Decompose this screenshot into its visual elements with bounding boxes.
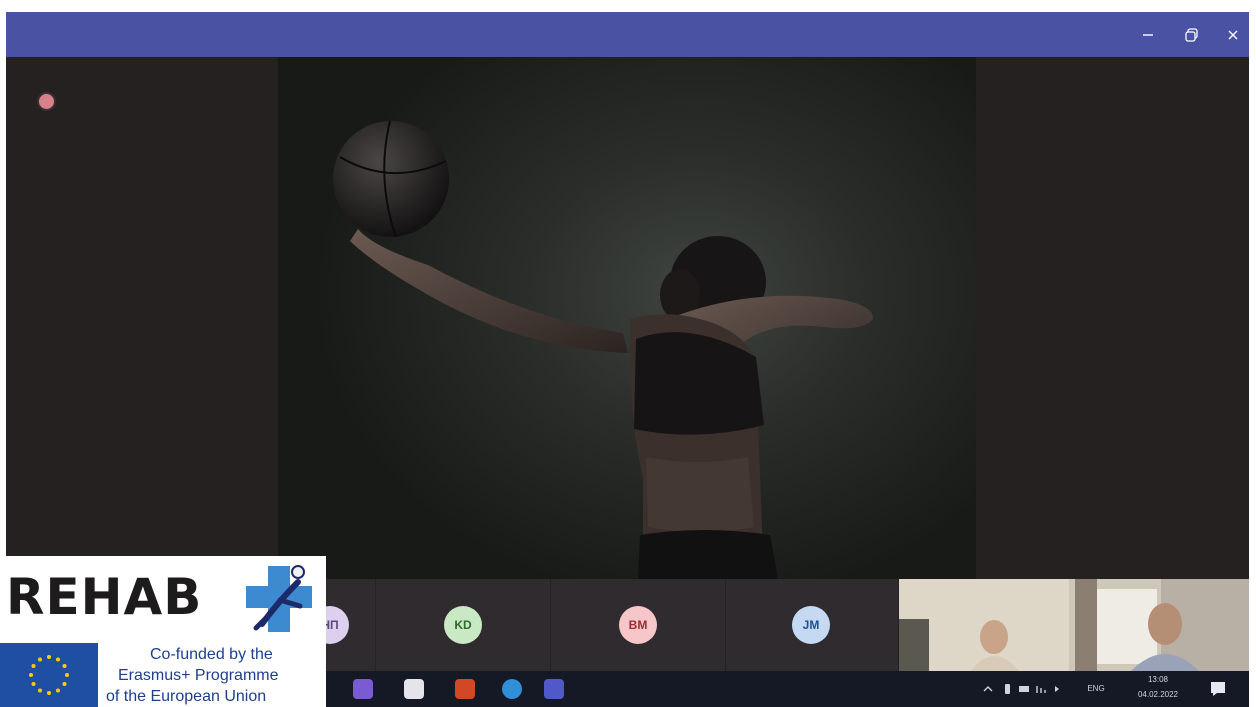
close-icon (1228, 30, 1238, 39)
rehab-erasmus-logo: REHAB Co-funded by the Erasmus+ Programm… (0, 556, 326, 707)
meeting-stage (6, 57, 1249, 579)
close-button[interactable] (1214, 12, 1252, 57)
meeting-window: НП KD BM JM ENG 13:08 04.02.2022 REHAB C… (0, 0, 1256, 707)
maximize-button[interactable] (1173, 12, 1211, 57)
minimize-icon (1143, 33, 1153, 36)
shared-screen-image (278, 57, 976, 579)
participant-avatar: JM (792, 606, 830, 644)
participant-avatar: BM (619, 606, 657, 644)
system-tray-icons[interactable] (981, 682, 1069, 696)
title-bar (6, 12, 1249, 57)
clock-date[interactable]: 04.02.2022 (1128, 690, 1188, 699)
recording-indicator-icon (39, 94, 54, 109)
participant-initials: BM (628, 618, 648, 632)
eu-flag-icon (0, 643, 98, 707)
maximize-icon (1185, 27, 1198, 42)
participant-avatar: KD (444, 606, 482, 644)
participant-tile[interactable]: BM (551, 579, 726, 671)
erasmus-programme-text: Erasmus+ Programme (118, 667, 279, 684)
cofunded-text: Co-funded by the (150, 646, 273, 663)
camera-video-feed (899, 579, 1249, 671)
notification-icon[interactable] (1209, 680, 1227, 698)
rehab-wordmark: REHAB (6, 568, 203, 626)
medical-cross-figure-icon (246, 565, 312, 632)
athlete-with-ball-illustration (333, 120, 874, 579)
teams-app-icon[interactable] (544, 679, 564, 699)
clock-time[interactable]: 13:08 (1128, 675, 1188, 684)
european-union-text: of the European Union (106, 688, 267, 705)
pdf-app-icon[interactable] (404, 679, 424, 699)
participant-tile[interactable]: JM (726, 579, 899, 671)
participant-initials: JM (802, 618, 820, 632)
edge-browser-icon[interactable] (502, 679, 522, 699)
participant-tile[interactable]: KD (376, 579, 551, 671)
camera-video-tile[interactable] (899, 579, 1249, 671)
chat-app-icon[interactable] (353, 679, 373, 699)
minimize-button[interactable] (1129, 12, 1167, 57)
language-indicator[interactable]: ENG (1081, 684, 1111, 693)
participant-initials: KD (454, 618, 472, 632)
powerpoint-app-icon[interactable] (455, 679, 475, 699)
